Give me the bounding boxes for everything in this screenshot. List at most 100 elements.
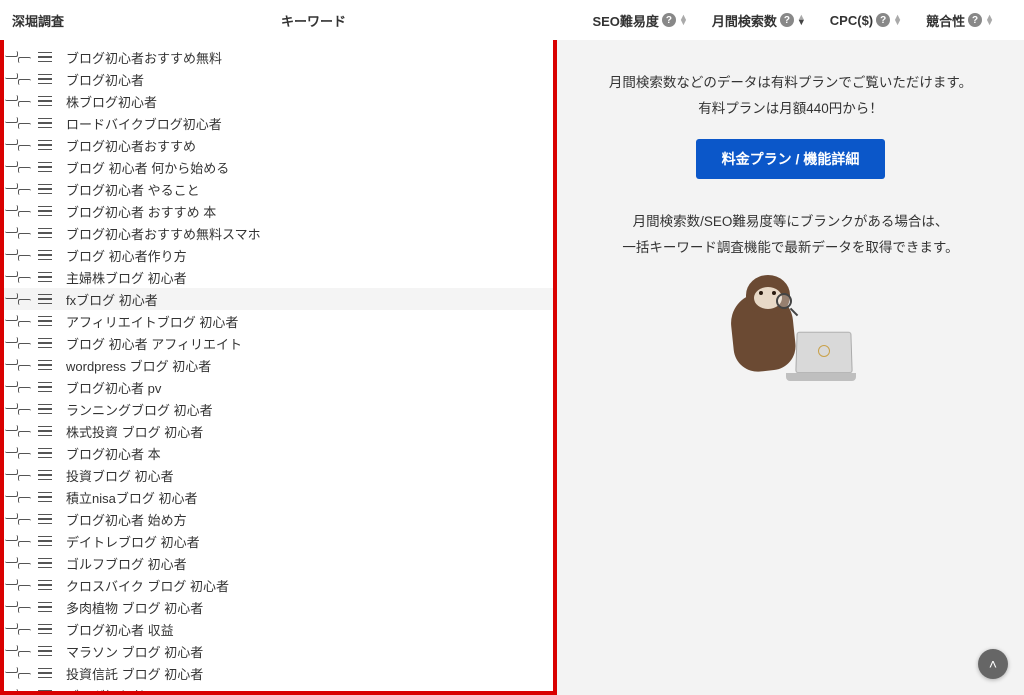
keyword-text: 主婦株ブログ 初心者 xyxy=(66,268,547,287)
help-icon[interactable]: ? xyxy=(968,13,982,27)
promo-line3: 月間検索数/SEO難易度等にブランクがある場合は、 xyxy=(597,209,984,235)
keyword-row[interactable]: ロードバイクブログ初心者 xyxy=(4,112,553,134)
sort-icon[interactable] xyxy=(985,15,994,25)
detail-icon[interactable] xyxy=(38,668,52,678)
col-cpc[interactable]: CPC($)? xyxy=(818,13,914,28)
keyword-text: ロードバイクブログ初心者 xyxy=(66,114,547,133)
keyword-text: fxブログ 初心者 xyxy=(66,290,547,309)
otter-illustration xyxy=(726,275,856,385)
keyword-text: ブログ初心者asp xyxy=(66,686,547,692)
detail-icon[interactable] xyxy=(38,294,52,304)
help-icon[interactable]: ? xyxy=(662,13,676,27)
sort-icon[interactable] xyxy=(893,15,902,25)
detail-icon[interactable] xyxy=(38,96,52,106)
col-seo[interactable]: SEO難易度? xyxy=(580,11,699,30)
keyword-row[interactable]: ブログ初心者 本 xyxy=(4,442,553,464)
promo-line2: 有料プランは月額440円から！ xyxy=(597,96,984,122)
keyword-row[interactable]: 株式投資 ブログ 初心者 xyxy=(4,420,553,442)
keyword-row[interactable]: ブログ初心者 おすすめ 本 xyxy=(4,200,553,222)
detail-icon[interactable] xyxy=(38,360,52,370)
keyword-text: 積立nisaブログ 初心者 xyxy=(66,488,547,507)
keyword-row[interactable]: クロスバイク ブログ 初心者 xyxy=(4,574,553,596)
keyword-row[interactable]: ブログ 初心者 何から始める xyxy=(4,156,553,178)
detail-icon[interactable] xyxy=(38,690,52,691)
detail-icon[interactable] xyxy=(38,316,52,326)
keyword-row[interactable]: 株ブログ初心者 xyxy=(4,90,553,112)
keyword-text: ブログ初心者おすすめ無料 xyxy=(66,48,547,67)
keyword-row[interactable]: ブログ 初心者 アフィリエイト xyxy=(4,332,553,354)
detail-icon[interactable] xyxy=(38,448,52,458)
sort-icon[interactable] xyxy=(679,15,688,25)
keyword-row[interactable]: 投資信託 ブログ 初心者 xyxy=(4,662,553,684)
detail-icon[interactable] xyxy=(38,624,52,634)
keyword-row[interactable]: ブログ初心者 収益 xyxy=(4,618,553,640)
detail-icon[interactable] xyxy=(38,536,52,546)
sort-icon[interactable] xyxy=(797,15,806,25)
keyword-text: ランニングブログ 初心者 xyxy=(66,400,547,419)
detail-icon[interactable] xyxy=(38,382,52,392)
chevron-up-icon: ˄ xyxy=(989,656,997,672)
keyword-text: ブログ 初心者作り方 xyxy=(66,246,547,265)
keyword-row[interactable]: マラソン ブログ 初心者 xyxy=(4,640,553,662)
detail-icon[interactable] xyxy=(38,426,52,436)
detail-icon[interactable] xyxy=(38,74,52,84)
keyword-text: ブログ初心者 xyxy=(66,70,547,89)
keyword-row[interactable]: 主婦株ブログ 初心者 xyxy=(4,266,553,288)
detail-icon[interactable] xyxy=(38,602,52,612)
col-competition[interactable]: 競合性? xyxy=(914,11,1006,30)
detail-icon[interactable] xyxy=(38,228,52,238)
keyword-row[interactable]: wordpress ブログ 初心者 xyxy=(4,354,553,376)
detail-icon[interactable] xyxy=(38,250,52,260)
keyword-text: ブログ初心者 おすすめ 本 xyxy=(66,202,547,221)
pricing-button[interactable]: 料金プラン / 機能詳細 xyxy=(696,139,886,179)
detail-icon[interactable] xyxy=(38,492,52,502)
keyword-text: ブログ初心者 やること xyxy=(66,180,547,199)
keyword-text: 投資ブログ 初心者 xyxy=(66,466,547,485)
keyword-row[interactable]: ブログ初心者 xyxy=(4,68,553,90)
keyword-row[interactable]: ブログ初心者 始め方 xyxy=(4,508,553,530)
detail-icon[interactable] xyxy=(38,338,52,348)
detail-icon[interactable] xyxy=(38,162,52,172)
keyword-text: マラソン ブログ 初心者 xyxy=(66,642,547,661)
keyword-row[interactable]: 積立nisaブログ 初心者 xyxy=(4,486,553,508)
keyword-row[interactable]: ブログ初心者おすすめ無料スマホ xyxy=(4,222,553,244)
keyword-row[interactable]: ランニングブログ 初心者 xyxy=(4,398,553,420)
detail-icon[interactable] xyxy=(38,206,52,216)
keyword-row[interactable]: アフィリエイトブログ 初心者 xyxy=(4,310,553,332)
scroll-top-button[interactable]: ˄ xyxy=(978,649,1008,679)
keyword-row[interactable]: ブログ 初心者作り方 xyxy=(4,244,553,266)
detail-icon[interactable] xyxy=(38,558,52,568)
detail-icon[interactable] xyxy=(38,184,52,194)
keyword-row[interactable]: ブログ初心者おすすめ xyxy=(4,134,553,156)
keyword-row[interactable]: ブログ初心者 pv xyxy=(4,376,553,398)
detail-icon[interactable] xyxy=(38,404,52,414)
keyword-row[interactable]: fxブログ 初心者 xyxy=(4,288,553,310)
col-keyword[interactable]: キーワード xyxy=(70,11,557,30)
keyword-row[interactable]: ブログ初心者おすすめ無料 xyxy=(4,46,553,68)
detail-icon[interactable] xyxy=(38,118,52,128)
keyword-row[interactable]: 投資ブログ 初心者 xyxy=(4,464,553,486)
detail-icon[interactable] xyxy=(38,140,52,150)
keyword-text: 多肉植物 ブログ 初心者 xyxy=(66,598,547,617)
detail-icon[interactable] xyxy=(38,646,52,656)
keyword-row[interactable]: ゴルフブログ 初心者 xyxy=(4,552,553,574)
keyword-text: 株式投資 ブログ 初心者 xyxy=(66,422,547,441)
keyword-row[interactable]: 多肉植物 ブログ 初心者 xyxy=(4,596,553,618)
help-icon[interactable]: ? xyxy=(876,13,890,27)
promo-line1: 月間検索数などのデータは有料プランでご覧いただけます。 xyxy=(597,70,984,96)
keyword-text: ブログ初心者おすすめ xyxy=(66,136,547,155)
detail-icon[interactable] xyxy=(38,580,52,590)
help-icon[interactable]: ? xyxy=(780,13,794,27)
keyword-row[interactable]: ブログ初心者 やること xyxy=(4,178,553,200)
detail-icon[interactable] xyxy=(38,514,52,524)
col-dig[interactable]: 深堀調査 xyxy=(0,11,70,30)
detail-icon[interactable] xyxy=(38,470,52,480)
keyword-row[interactable]: ブログ初心者asp xyxy=(4,684,553,691)
promo-line4: 一括キーワード調査機能で最新データを取得できます。 xyxy=(597,235,984,261)
detail-icon[interactable] xyxy=(38,52,52,62)
col-volume[interactable]: 月間検索数? xyxy=(700,11,818,30)
detail-icon[interactable] xyxy=(38,272,52,282)
keyword-list: ブログ初心者おすすめ無料ブログ初心者株ブログ初心者ロードバイクブログ初心者ブログ… xyxy=(4,46,553,691)
keyword-row[interactable]: デイトレブログ 初心者 xyxy=(4,530,553,552)
col-label: 月間検索数 xyxy=(712,11,777,30)
